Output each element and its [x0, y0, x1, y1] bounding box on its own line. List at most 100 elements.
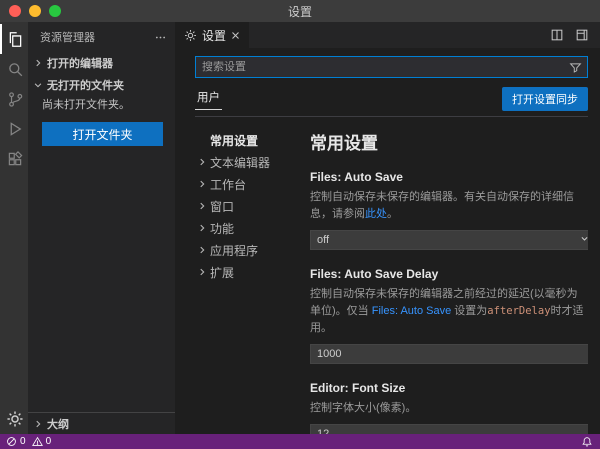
- tab-bar: 设置: [175, 22, 600, 48]
- status-bar: 0 0: [0, 434, 600, 449]
- open-folder-button[interactable]: 打开文件夹: [42, 122, 163, 146]
- sidebar-title-row: 资源管理器: [28, 22, 175, 52]
- minimize-window-button[interactable]: [29, 5, 41, 17]
- setting-desc-text: 。: [387, 208, 398, 220]
- setting-row: Files: Auto Save 控制自动保存未保存的编辑器。有关自动保存的详细信…: [310, 170, 588, 250]
- warning-count: 0: [46, 436, 52, 447]
- chevron-right-icon: [195, 267, 208, 277]
- more-actions-icon[interactable]: [154, 31, 167, 44]
- chevron-down-icon: [31, 78, 45, 92]
- toc-item-label: 常用设置: [210, 132, 258, 149]
- setting-desc-text: 设置为: [451, 305, 487, 317]
- editor-layout-icon[interactable]: [575, 28, 589, 42]
- setting-link[interactable]: Files: Auto Save: [372, 305, 452, 317]
- run-debug-activity-button[interactable]: [0, 114, 28, 144]
- outline-section[interactable]: 大纲: [28, 412, 175, 434]
- settings-toc: 常用设置文本编辑器工作台窗口功能应用程序扩展: [195, 121, 297, 434]
- setting-input[interactable]: [310, 344, 588, 364]
- setting-code: afterDelay: [487, 305, 550, 317]
- vscode-window: 设置: [0, 0, 600, 449]
- settings-editor: 用户 打开设置同步 常用设置文本编辑器工作台窗口功能应用程序扩展 常用设置 Fi…: [175, 48, 600, 434]
- open-editors-label: 打开的编辑器: [47, 55, 113, 71]
- filter-icon[interactable]: [569, 61, 587, 74]
- setting-link[interactable]: 此处: [365, 208, 387, 220]
- tab-user-scope[interactable]: 用户: [195, 88, 222, 110]
- setting-input[interactable]: [310, 424, 588, 434]
- close-window-button[interactable]: [9, 5, 21, 17]
- no-folder-label: 无打开的文件夹: [47, 77, 124, 93]
- setting-title: Files: Auto Save Delay: [310, 267, 588, 281]
- extensions-activity-button[interactable]: [0, 144, 28, 174]
- setting-row: Editor: Font Size 控制字体大小(像素)。: [310, 381, 588, 434]
- chevron-right-icon: [195, 179, 208, 189]
- split-editor-icon[interactable]: [550, 28, 564, 42]
- warning-icon: [32, 436, 43, 447]
- settings-content: 常用设置 Files: Auto Save 控制自动保存未保存的编辑器。有关自动保…: [297, 121, 588, 434]
- tab-label: 设置: [202, 27, 226, 44]
- bell-icon[interactable]: [581, 436, 593, 448]
- maximize-window-button[interactable]: [49, 5, 61, 17]
- toc-item-label: 扩展: [210, 264, 234, 281]
- chevron-right-icon: [195, 245, 208, 255]
- setting-row: Files: Auto Save Delay 控制自动保存未保存的编辑器之前经过的…: [310, 267, 588, 364]
- editor-actions: [550, 22, 600, 48]
- toc-item[interactable]: 功能: [195, 217, 297, 239]
- open-editors-section[interactable]: 打开的编辑器: [28, 52, 175, 74]
- toc-item-label: 应用程序: [210, 242, 258, 259]
- sidebar-title: 资源管理器: [40, 29, 95, 45]
- window-controls: [9, 5, 61, 17]
- toc-item[interactable]: 工作台: [195, 173, 297, 195]
- chevron-right-icon: [195, 223, 208, 233]
- settings-group-heading: 常用设置: [310, 129, 588, 154]
- settings-tab[interactable]: 设置: [175, 22, 249, 48]
- close-icon[interactable]: [231, 31, 240, 40]
- settings-list: Files: Auto Save 控制自动保存未保存的编辑器。有关自动保存的详细信…: [310, 170, 588, 434]
- setting-title: Editor: Font Size: [310, 381, 588, 395]
- sidebar-explorer: 资源管理器 打开的编辑器 无打开的文件夹 尚未打开文件夹。 打开文件夹: [28, 22, 175, 434]
- setting-description: 控制自动保存未保存的编辑器。有关自动保存的详细信息，请参阅此处。: [310, 189, 588, 223]
- debug-icon: [6, 120, 24, 138]
- settings-scope-row: 用户 打开设置同步: [195, 87, 588, 117]
- title-bar: 设置: [0, 0, 600, 22]
- toc-item[interactable]: 常用设置: [195, 129, 297, 151]
- editor-area: 设置: [175, 22, 600, 434]
- toc-item-label: 工作台: [210, 176, 246, 193]
- toc-item[interactable]: 扩展: [195, 261, 297, 283]
- no-folder-text: 尚未打开文件夹。: [42, 98, 163, 113]
- turn-on-settings-sync-button[interactable]: 打开设置同步: [502, 87, 588, 111]
- toc-item[interactable]: 应用程序: [195, 239, 297, 261]
- source-control-icon: [6, 90, 25, 109]
- gear-icon: [184, 29, 197, 42]
- setting-select[interactable]: off: [310, 230, 588, 250]
- activity-bar: [0, 22, 28, 434]
- search-activity-button[interactable]: [0, 54, 28, 84]
- toc-item[interactable]: 窗口: [195, 195, 297, 217]
- toc-item[interactable]: 文本编辑器: [195, 151, 297, 173]
- setting-desc-text: 控制字体大小(像素)。: [310, 402, 416, 414]
- outline-label: 大纲: [47, 416, 69, 432]
- chevron-right-icon: [195, 201, 208, 211]
- no-folder-section[interactable]: 无打开的文件夹: [28, 74, 175, 96]
- setting-desc-text: 控制自动保存未保存的编辑器。有关自动保存的详细信息，请参阅: [310, 191, 574, 220]
- source-control-activity-button[interactable]: [0, 84, 28, 114]
- files-icon: [6, 30, 25, 49]
- settings-search-box: [195, 56, 588, 78]
- error-icon: [6, 436, 17, 447]
- problems-status[interactable]: 0 0: [6, 436, 54, 447]
- no-folder-body: 尚未打开文件夹。 打开文件夹: [28, 96, 175, 154]
- chevron-right-icon: [31, 417, 45, 431]
- explorer-activity-button[interactable]: [0, 24, 28, 54]
- chevron-right-icon: [31, 56, 45, 70]
- setting-description: 控制自动保存未保存的编辑器之前经过的延迟(以毫秒为单位)。仅当 Files: A…: [310, 286, 588, 337]
- toc-item-label: 功能: [210, 220, 234, 237]
- manage-button[interactable]: [0, 404, 28, 434]
- select-value: off: [317, 234, 329, 246]
- toc-item-label: 文本编辑器: [210, 154, 270, 171]
- extensions-icon: [6, 150, 24, 168]
- settings-search-input[interactable]: [196, 61, 569, 73]
- chevron-down-icon: [580, 234, 588, 246]
- chevron-right-icon: [195, 157, 208, 167]
- setting-title: Files: Auto Save: [310, 170, 588, 184]
- setting-description: 控制字体大小(像素)。: [310, 400, 588, 417]
- toc-item-label: 窗口: [210, 198, 234, 215]
